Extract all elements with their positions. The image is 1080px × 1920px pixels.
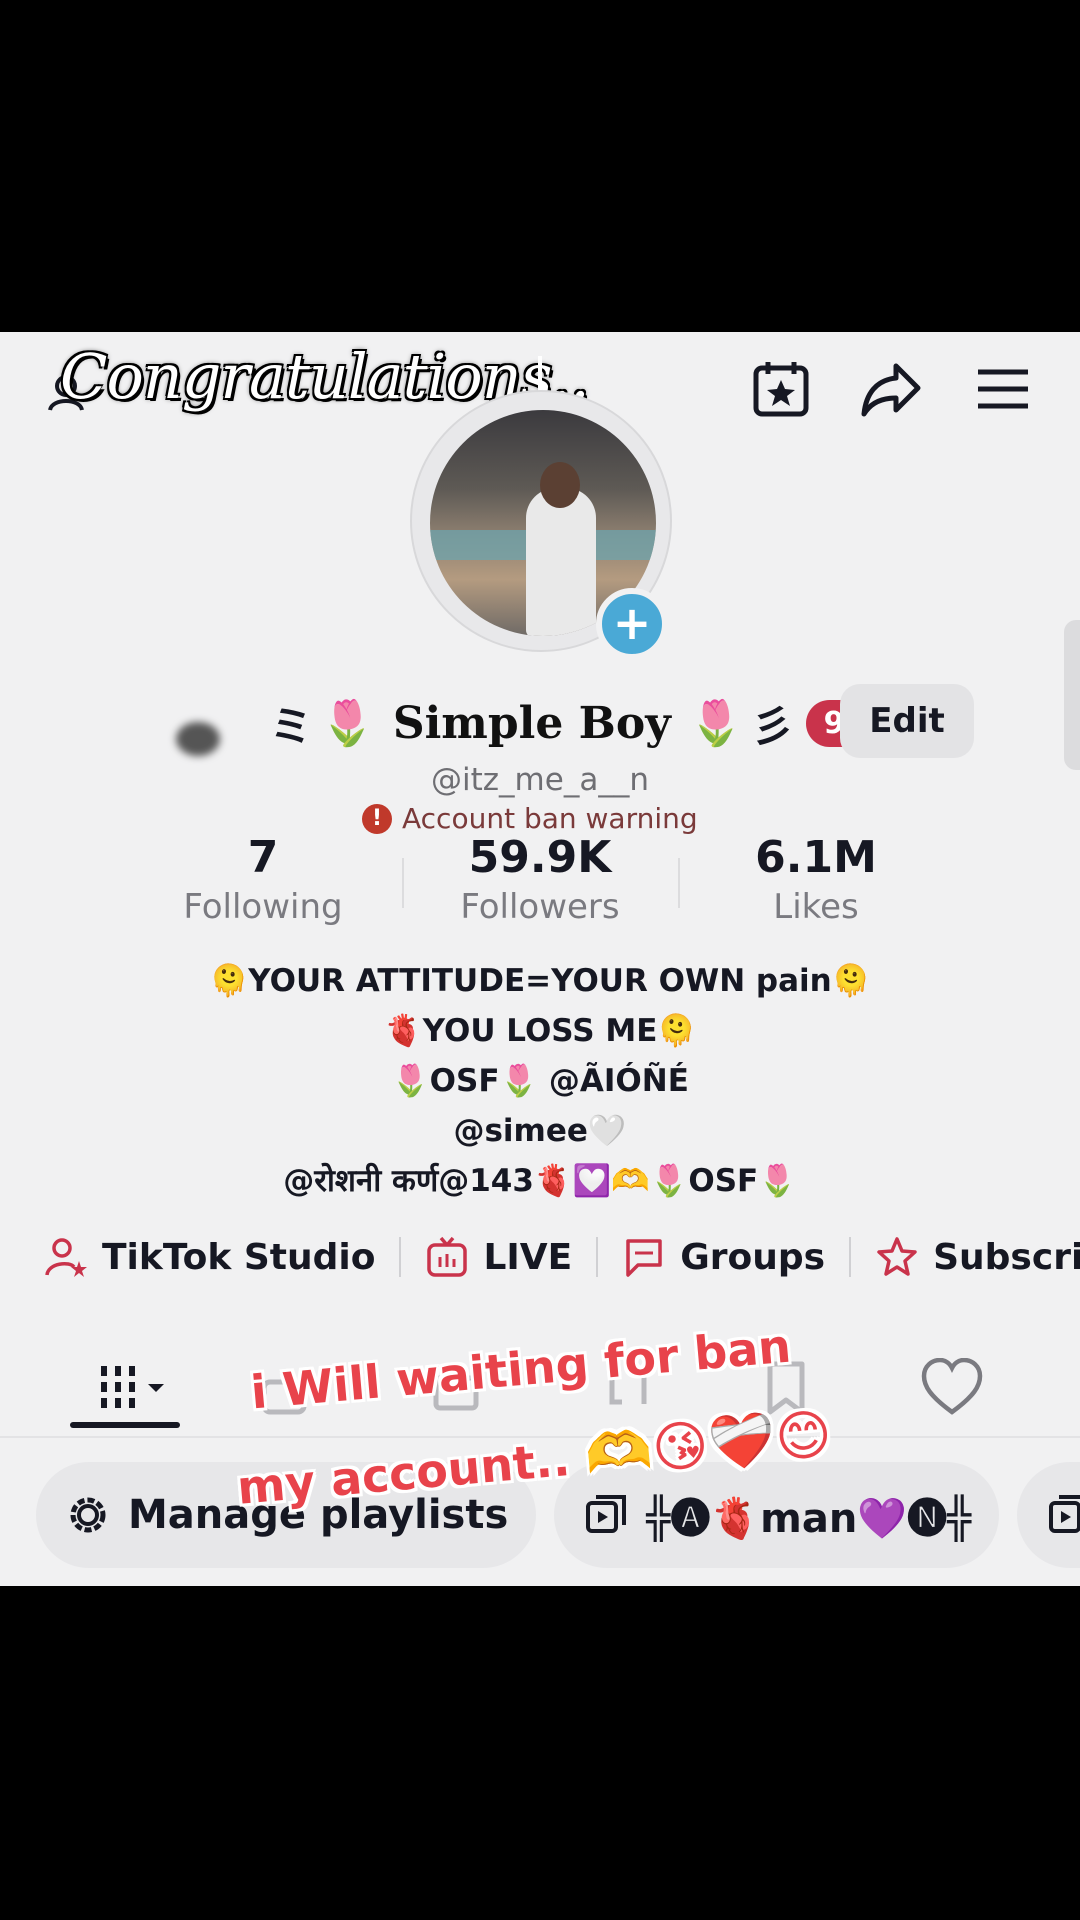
tulip-emoji: 🌷 [688, 698, 744, 749]
divider [849, 1237, 852, 1277]
username: @itz_me_a__n [431, 762, 649, 798]
warning-text: Account ban warning [402, 802, 698, 835]
tulip-emoji: 🌷 [320, 698, 375, 749]
profile-stats: 7 Following 59.9K Followers 6.1M Likes [0, 832, 1080, 942]
divider [399, 1237, 402, 1277]
stat-value: 7 [247, 832, 279, 883]
tiktok-studio-button[interactable]: TikTok Studio [44, 1235, 375, 1279]
divider [596, 1237, 599, 1277]
stat-value: 6.1M [755, 832, 877, 883]
star-ticket-icon [877, 1237, 917, 1276]
stat-label: Likes [773, 887, 859, 927]
bio-line: 🫀YOU LOSS ME🫠 [384, 1013, 696, 1049]
calendar-star-icon[interactable] [748, 356, 814, 422]
tab-videos[interactable] [92, 1348, 172, 1428]
smudge-mark [176, 722, 220, 756]
stat-label: Following [183, 887, 343, 927]
playlist-label: ╬🅐🫀man💜🅝╬ [646, 1496, 972, 1542]
creator-tools-row: TikTok Studio LIVE Groups Subscri [44, 1222, 1080, 1292]
liked-heart-icon [921, 1358, 983, 1415]
profile-screen: Congratulations.. + ミ 🌷 Simple Boy 🌷 彡 9… [0, 332, 1080, 1586]
groups-button[interactable]: Groups [622, 1235, 825, 1279]
name-prefix: ミ [270, 701, 313, 751]
warning-icon: ! [362, 803, 392, 834]
playlist-chip[interactable] [1017, 1462, 1080, 1568]
bio-line: 🌷OSF🌷 @ÃIÓÑÉ [391, 1063, 689, 1099]
playlist-icon [586, 1495, 627, 1533]
stat-label: Followers [460, 887, 620, 927]
name-suffix: 彡 [751, 701, 794, 751]
tool-label: TikTok Studio [102, 1236, 376, 1278]
add-story-plus-icon[interactable]: + [596, 588, 668, 660]
share-icon[interactable] [858, 356, 924, 422]
stat-likes[interactable]: 6.1M Likes [676, 832, 956, 927]
menu-icon[interactable] [970, 356, 1036, 422]
bio-line: @रोशनी कर्ण@143🫀💟🫶🌷OSF🌷 [283, 1163, 797, 1199]
playlist-icon [1049, 1495, 1080, 1533]
bio-line: 🫠YOUR ATTITUDE=YOUR OWN pain🫠 [209, 963, 871, 999]
account-ban-warning[interactable]: ! Account ban warning [362, 802, 698, 835]
display-name: Simple Boy [392, 697, 671, 749]
side-drawer-handle[interactable] [1064, 620, 1080, 770]
tool-label: LIVE [483, 1236, 573, 1278]
tool-label: Subscriptio [933, 1236, 1080, 1278]
display-name-row: ミ 🌷 Simple Boy 🌷 彡 9+ [270, 690, 888, 756]
edit-profile-button[interactable]: Edit [840, 684, 974, 758]
creator-icon [45, 1238, 87, 1277]
videos-grid-icon [101, 1366, 164, 1410]
stat-value: 59.9K [468, 832, 612, 883]
chat-bubble-icon [626, 1239, 662, 1277]
tool-label: Groups [680, 1236, 826, 1278]
tab-liked[interactable] [912, 1348, 992, 1428]
subscription-button[interactable]: Subscriptio [875, 1235, 1080, 1279]
live-button[interactable]: LIVE [425, 1235, 572, 1279]
live-tv-icon [427, 1236, 468, 1277]
stat-followers[interactable]: 59.9K Followers [400, 832, 680, 927]
stat-following[interactable]: 7 Following [123, 832, 403, 927]
active-tab-indicator [70, 1422, 180, 1428]
bio: 🫠YOUR ATTITUDE=YOUR OWN pain🫠 🫀YOU LOSS … [0, 956, 1080, 1206]
gear-icon [70, 1497, 106, 1533]
bio-line: @simee🤍 [453, 1113, 627, 1149]
